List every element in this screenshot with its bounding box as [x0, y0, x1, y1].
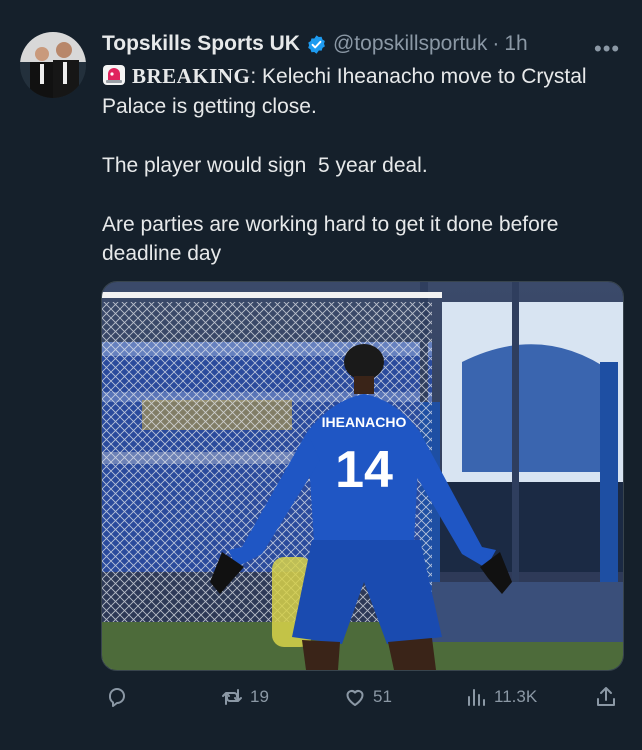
tweet-line-3: Are parties are working hard to get it d…	[102, 212, 559, 266]
like-icon	[346, 690, 364, 706]
timestamp[interactable]: 1h	[504, 32, 527, 56]
author-handle[interactable]: @topskillsportuk	[333, 32, 487, 56]
author-name[interactable]: Topskills Sports UK	[102, 32, 300, 56]
tweet-text: BREAKING: Kelechi Iheanacho move to Crys…	[102, 62, 622, 269]
jersey-name: IHEANACHO	[322, 414, 407, 430]
share-button[interactable]	[594, 680, 624, 714]
breaking-label: BREAKING	[132, 64, 251, 88]
separator-dot: ·	[492, 32, 500, 55]
more-icon[interactable]: •••	[594, 36, 620, 62]
retweet-icon	[222, 689, 242, 705]
football-player-photo: IHEANACHO 14	[102, 282, 623, 670]
reply-icon	[109, 688, 125, 707]
siren-icon	[103, 65, 125, 85]
share-icon	[597, 687, 615, 706]
like-button[interactable]: 51	[343, 680, 392, 714]
jersey-number: 14	[335, 441, 393, 499]
views-button[interactable]: 11.3K	[464, 680, 537, 714]
retweet-button[interactable]: 19	[220, 680, 269, 714]
views-count: 11.3K	[494, 687, 538, 706]
like-count: 51	[373, 687, 392, 706]
views-icon	[468, 689, 485, 706]
tweet-line-1: BREAKING: Kelechi Iheanacho move to Crys…	[102, 62, 622, 121]
avatar-image	[20, 32, 86, 98]
tweet-line-2: The player would sign 5 year deal.	[102, 153, 428, 177]
retweet-count: 19	[250, 687, 269, 706]
tweet-media-photo[interactable]: IHEANACHO 14	[101, 281, 624, 671]
tweet-header: Topskills Sports UK @topskillsportuk · 1…	[102, 32, 528, 56]
reply-button[interactable]	[105, 680, 135, 714]
tweet-card[interactable]: Topskills Sports UK @topskillsportuk · 1…	[0, 0, 642, 750]
avatar[interactable]	[20, 32, 86, 98]
verified-badge-icon	[308, 34, 325, 54]
tweet-actions-bar: 19 51 11.3K	[102, 680, 622, 714]
